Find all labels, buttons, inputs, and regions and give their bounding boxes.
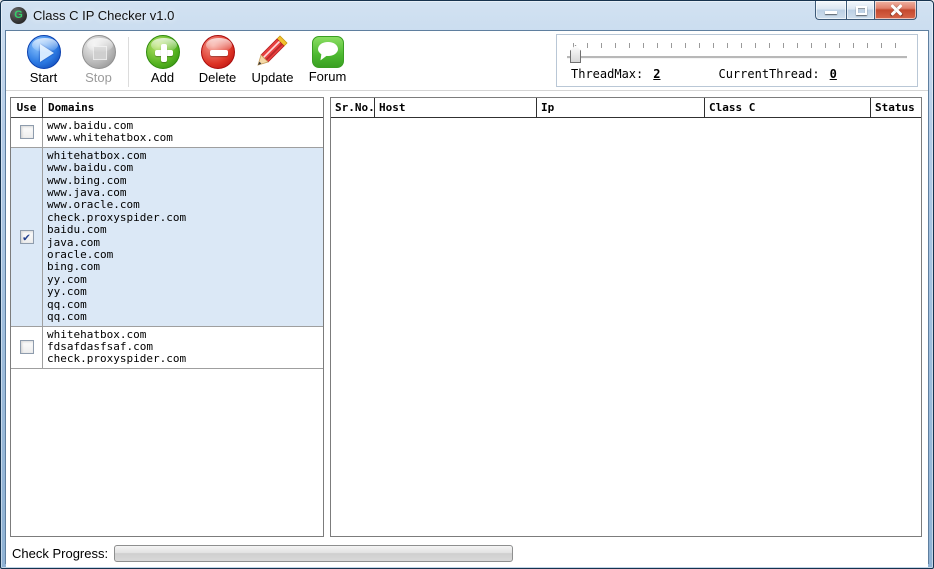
- add-button[interactable]: Add: [135, 35, 190, 85]
- titlebar[interactable]: G Class C IP Checker v1.0: [1, 1, 933, 30]
- header-srno: Sr.No.: [331, 98, 375, 117]
- domain-group-row[interactable]: whitehatbox.com fdsafdasfsaf.com check.p…: [11, 327, 323, 369]
- update-button[interactable]: Update: [245, 35, 300, 85]
- update-icon pencil-icon: [256, 35, 290, 69]
- forum-icon chat-bubble-icon: [312, 36, 344, 68]
- stop-label: Stop: [85, 70, 112, 85]
- domain-group-row[interactable]: ✔ whitehatbox.com www.baidu.com www.bing…: [11, 148, 323, 327]
- minimize-button[interactable]: [815, 1, 846, 20]
- domain-group-row[interactable]: www.baidu.com www.whitehatbox.com: [11, 118, 323, 148]
- use-checkbox[interactable]: [20, 125, 34, 139]
- client-area: Start Stop Add Delete: [5, 30, 929, 564]
- use-column-header: Use: [11, 98, 43, 117]
- update-label: Update: [252, 70, 294, 85]
- use-cell: [11, 118, 43, 147]
- start-label: Start: [30, 70, 57, 85]
- header-status: Status: [871, 98, 921, 117]
- delete-label: Delete: [199, 70, 237, 85]
- window-title: Class C IP Checker v1.0: [33, 8, 174, 23]
- currentthread-value: 0: [830, 67, 837, 81]
- domain-group-text: www.baidu.com www.whitehatbox.com: [43, 118, 323, 147]
- stop-icon: [82, 35, 116, 69]
- add-icon: [146, 35, 180, 69]
- threadmax-label: ThreadMax:: [571, 67, 643, 81]
- forum-button[interactable]: Forum: [300, 35, 355, 84]
- header-ip: Ip: [537, 98, 705, 117]
- use-checkbox[interactable]: ✔: [20, 230, 34, 244]
- close-button[interactable]: [875, 1, 917, 20]
- use-checkbox[interactable]: [20, 340, 34, 354]
- currentthread-label: CurrentThread:: [718, 67, 819, 81]
- threadmax-slider[interactable]: [567, 56, 907, 58]
- start-icon: [27, 35, 61, 69]
- thread-settings-box: ThreadMax: 2 CurrentThread: 0: [556, 34, 918, 87]
- results-table-header: Sr.No. Host Ip Class C Status: [331, 98, 921, 118]
- domain-group-text: whitehatbox.com fdsafdasfsaf.com check.p…: [43, 327, 323, 368]
- app-window: G Class C IP Checker v1.0 Start Stop: [0, 0, 934, 569]
- toolbar: Start Stop Add Delete: [6, 31, 928, 91]
- forum-label: Forum: [309, 69, 347, 84]
- add-label: Add: [151, 70, 174, 85]
- header-classc: Class C: [705, 98, 871, 117]
- domain-group-text: whitehatbox.com www.baidu.com www.bing.c…: [43, 148, 323, 326]
- use-cell: [11, 327, 43, 368]
- status-bar: Check Progress:: [6, 539, 928, 567]
- domain-list-panel: Use Domains www.baidu.com www.whitehatbo…: [10, 97, 324, 537]
- stop-button: Stop: [71, 35, 126, 85]
- maximize-icon: [856, 6, 867, 15]
- threadmax-value: 2: [653, 67, 660, 81]
- delete-icon: [201, 35, 235, 69]
- caption-buttons: [815, 1, 917, 20]
- start-button[interactable]: Start: [16, 35, 71, 85]
- domain-list-header: Use Domains: [11, 98, 323, 118]
- slider-ticks: [573, 43, 905, 48]
- app-icon: G: [10, 7, 27, 24]
- close-icon: [890, 4, 902, 16]
- check-progress-label: Check Progress:: [12, 546, 108, 561]
- check-progress-bar: [114, 545, 513, 562]
- maximize-button[interactable]: [846, 1, 875, 20]
- header-host: Host: [375, 98, 537, 117]
- delete-button[interactable]: Delete: [190, 35, 245, 85]
- use-cell: ✔: [11, 148, 43, 326]
- domains-column-header: Domains: [43, 98, 323, 117]
- domain-group-list: www.baidu.com www.whitehatbox.com ✔ whit…: [11, 118, 323, 369]
- toolbar-separator: [128, 37, 129, 87]
- minimize-icon: [825, 11, 837, 14]
- results-table: Sr.No. Host Ip Class C Status: [330, 97, 922, 537]
